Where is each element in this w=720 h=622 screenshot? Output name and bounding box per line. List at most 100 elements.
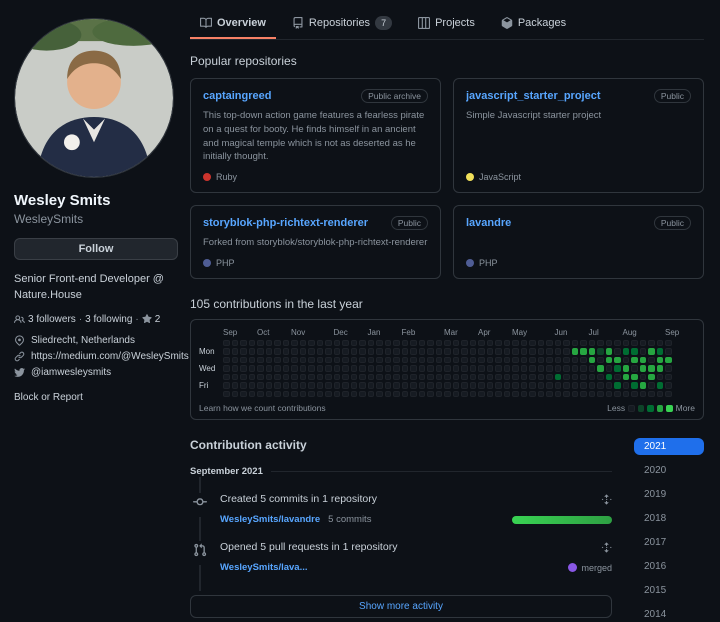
contribution-cell[interactable]	[393, 339, 400, 347]
contribution-cell[interactable]	[469, 390, 476, 398]
contribution-cell[interactable]	[478, 348, 485, 355]
contribution-cell[interactable]	[503, 356, 510, 364]
contribution-cell[interactable]	[359, 382, 366, 389]
contribution-cell[interactable]	[342, 339, 349, 347]
following-link[interactable]: 3 following	[85, 314, 132, 325]
contribution-cell[interactable]	[333, 348, 340, 355]
contribution-cell[interactable]	[478, 373, 485, 381]
contribution-cell[interactable]	[282, 348, 289, 355]
contribution-cell[interactable]	[223, 339, 230, 347]
contribution-cell[interactable]	[665, 339, 672, 347]
contribution-cell[interactable]	[248, 356, 255, 364]
contribution-cell[interactable]	[469, 339, 476, 347]
contribution-cell[interactable]	[656, 348, 663, 355]
contribution-cell[interactable]	[308, 390, 315, 398]
contribution-cell[interactable]	[435, 390, 442, 398]
contribution-cell[interactable]	[316, 373, 323, 381]
contribution-cell[interactable]	[427, 365, 434, 372]
contribution-cell[interactable]	[631, 339, 638, 347]
contribution-cell[interactable]	[231, 390, 238, 398]
contribution-cell[interactable]	[350, 373, 357, 381]
contribution-cell[interactable]	[631, 348, 638, 355]
year-filter-2016[interactable]: 2016	[634, 558, 704, 575]
contribution-cell[interactable]	[597, 356, 604, 364]
contribution-cell[interactable]	[622, 339, 629, 347]
contribution-cell[interactable]	[554, 356, 561, 364]
contribution-cell[interactable]	[299, 382, 306, 389]
contribution-cell[interactable]	[444, 339, 451, 347]
contribution-cell[interactable]	[563, 339, 570, 347]
contribution-cell[interactable]	[384, 348, 391, 355]
contribution-cell[interactable]	[588, 390, 595, 398]
contribution-cell[interactable]	[316, 348, 323, 355]
contribution-cell[interactable]	[274, 339, 281, 347]
contribution-cell[interactable]	[350, 390, 357, 398]
contribution-cell[interactable]	[622, 348, 629, 355]
contribution-cell[interactable]	[291, 382, 298, 389]
contribution-cell[interactable]	[376, 382, 383, 389]
contribution-cell[interactable]	[639, 356, 646, 364]
contribution-cell[interactable]	[495, 373, 502, 381]
contribution-cell[interactable]	[486, 373, 493, 381]
contribution-cell[interactable]	[342, 382, 349, 389]
repo-link[interactable]: lavandre	[466, 217, 511, 229]
contribution-cell[interactable]	[435, 356, 442, 364]
contribution-cell[interactable]	[605, 365, 612, 372]
contribution-cell[interactable]	[639, 373, 646, 381]
contribution-cell[interactable]	[257, 373, 264, 381]
contribution-cell[interactable]	[554, 390, 561, 398]
contribution-cell[interactable]	[376, 356, 383, 364]
contribution-cell[interactable]	[265, 348, 272, 355]
contribution-cell[interactable]	[384, 365, 391, 372]
contribution-cell[interactable]	[367, 373, 374, 381]
contribution-cell[interactable]	[291, 339, 298, 347]
year-filter-2015[interactable]: 2015	[634, 582, 704, 599]
contribution-cell[interactable]	[401, 390, 408, 398]
contribution-cell[interactable]	[342, 365, 349, 372]
contribution-cell[interactable]	[359, 390, 366, 398]
contribution-cell[interactable]	[529, 382, 536, 389]
contribution-cell[interactable]	[639, 382, 646, 389]
contribution-cell[interactable]	[452, 382, 459, 389]
contribution-cell[interactable]	[393, 382, 400, 389]
contribution-cell[interactable]	[648, 365, 655, 372]
contribution-cell[interactable]	[342, 348, 349, 355]
contribution-cell[interactable]	[529, 339, 536, 347]
contribution-cell[interactable]	[614, 339, 621, 347]
contribution-cell[interactable]	[393, 365, 400, 372]
contribution-cell[interactable]	[350, 348, 357, 355]
contribution-cell[interactable]	[665, 382, 672, 389]
contribution-cell[interactable]	[605, 356, 612, 364]
contribution-cell[interactable]	[316, 365, 323, 372]
contribution-cell[interactable]	[223, 348, 230, 355]
contribution-cell[interactable]	[257, 356, 264, 364]
year-filter-2014[interactable]: 2014	[634, 606, 704, 622]
contribution-cell[interactable]	[418, 339, 425, 347]
contribution-cell[interactable]	[367, 365, 374, 372]
twitter-link[interactable]: @iamwesleysmits	[31, 367, 111, 378]
contribution-cell[interactable]	[342, 373, 349, 381]
contribution-cell[interactable]	[648, 348, 655, 355]
contribution-cell[interactable]	[469, 348, 476, 355]
contribution-cell[interactable]	[512, 373, 519, 381]
contribution-cell[interactable]	[393, 390, 400, 398]
contribution-cell[interactable]	[248, 390, 255, 398]
contribution-cell[interactable]	[639, 365, 646, 372]
contribution-cell[interactable]	[316, 339, 323, 347]
contribution-cell[interactable]	[367, 339, 374, 347]
contribution-cell[interactable]	[571, 382, 578, 389]
contribution-cell[interactable]	[614, 365, 621, 372]
contribution-cell[interactable]	[571, 373, 578, 381]
contribution-cell[interactable]	[342, 356, 349, 364]
contribution-cell[interactable]	[308, 365, 315, 372]
contribution-cell[interactable]	[571, 365, 578, 372]
contribution-cell[interactable]	[282, 382, 289, 389]
contribution-cell[interactable]	[333, 382, 340, 389]
avatar[interactable]	[14, 18, 174, 178]
contribution-cell[interactable]	[469, 373, 476, 381]
contribution-cell[interactable]	[427, 339, 434, 347]
contribution-cell[interactable]	[537, 348, 544, 355]
contribution-cell[interactable]	[622, 373, 629, 381]
contribution-cell[interactable]	[529, 365, 536, 372]
contribution-cell[interactable]	[223, 365, 230, 372]
